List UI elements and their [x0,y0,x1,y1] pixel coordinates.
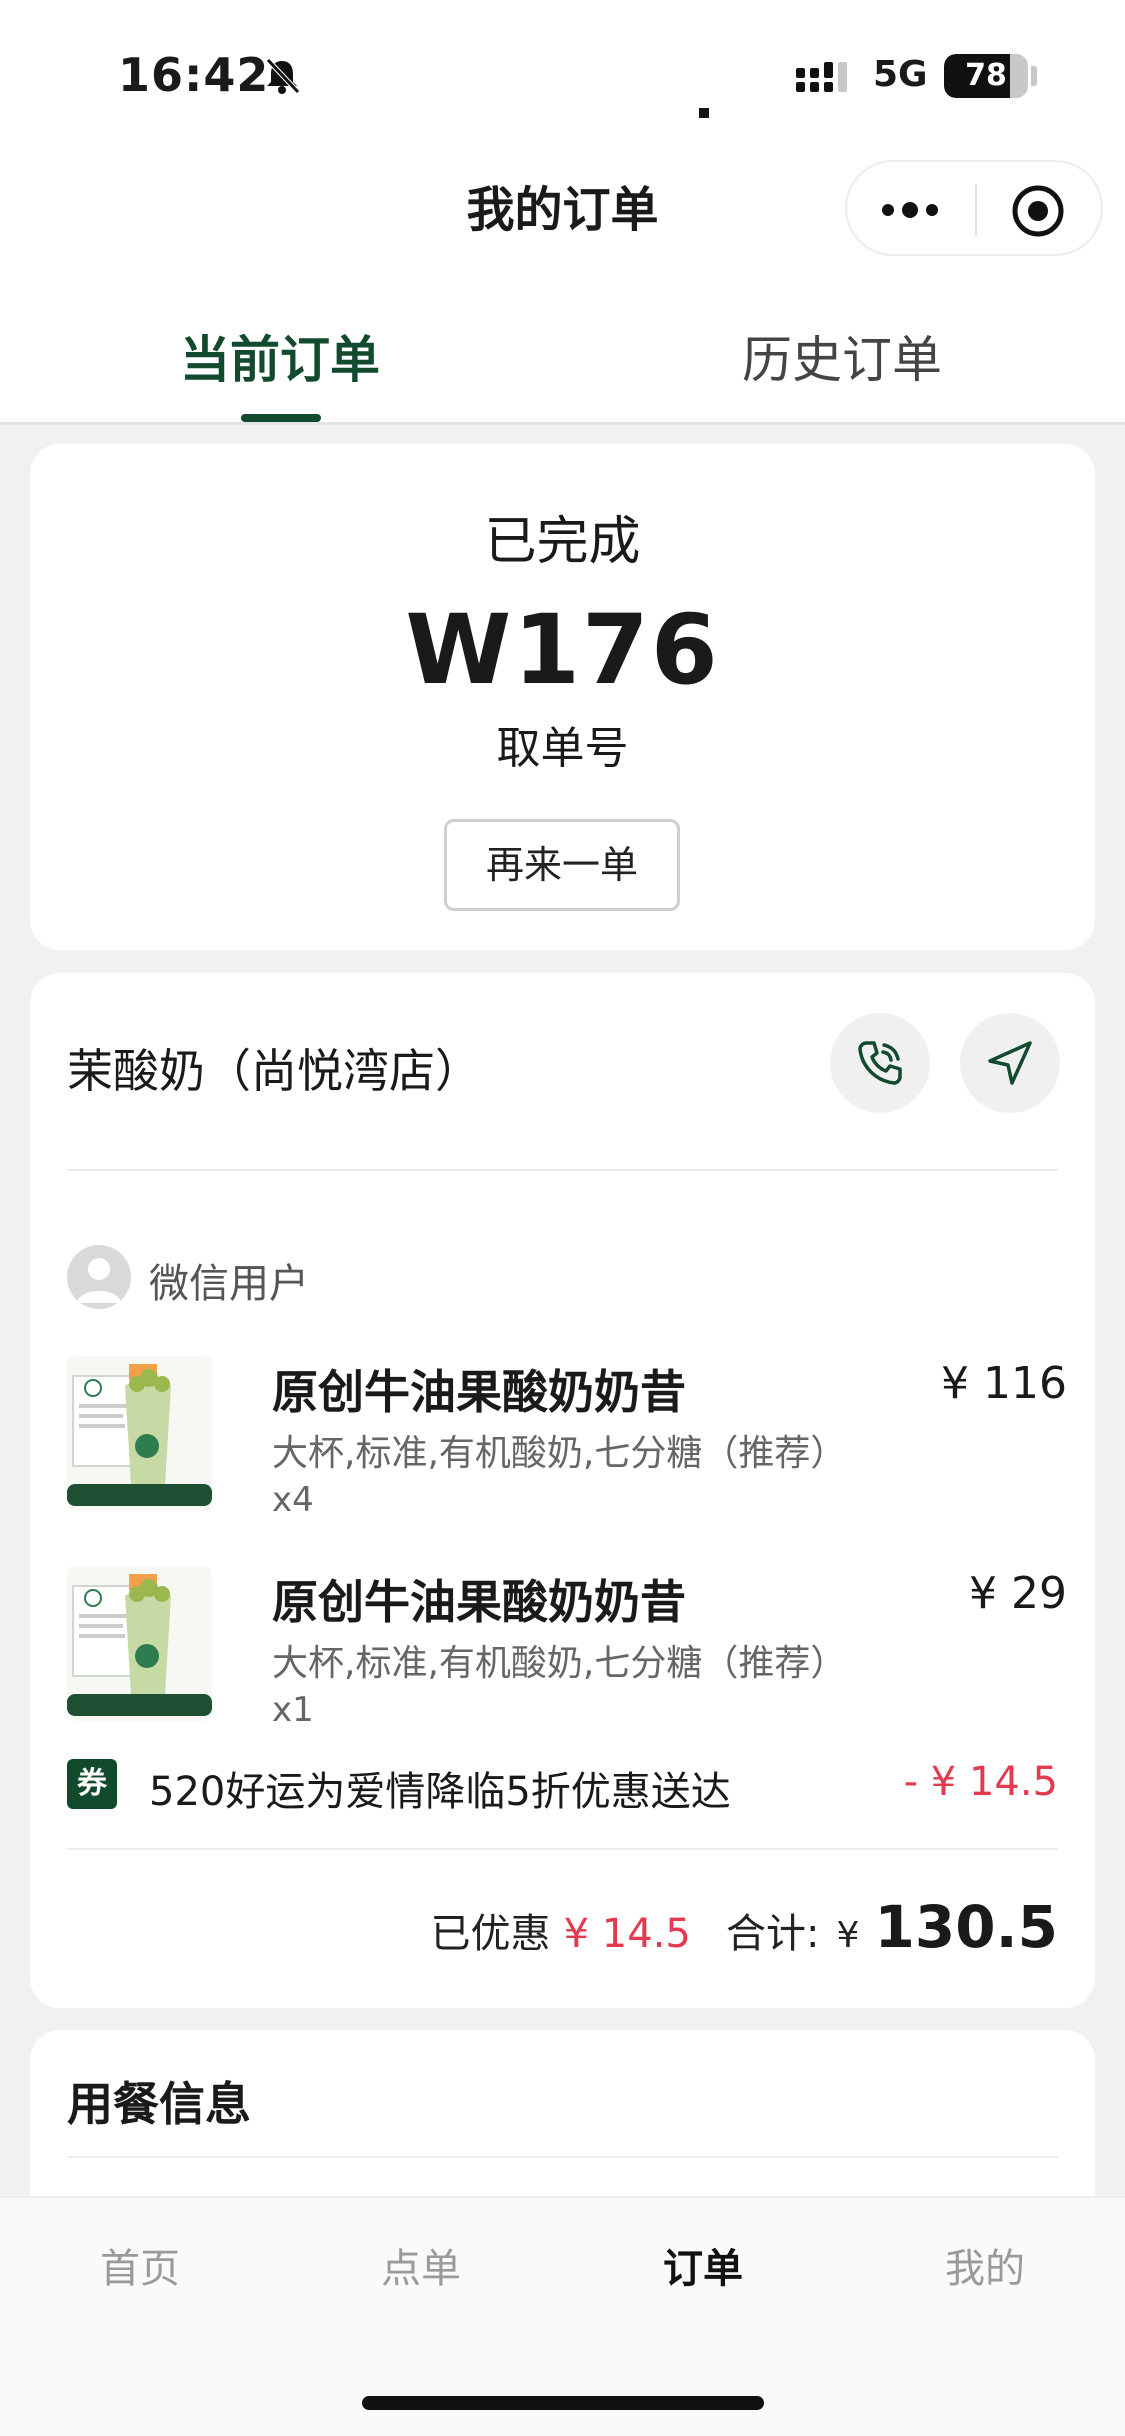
smoothie-cup-icon [67,1574,212,1716]
call-button[interactable] [830,1013,930,1113]
network-type: 5G [873,54,928,95]
order-item: 原创牛油果酸奶奶昔 ¥ 116 大杯,标准,有机酸奶,七分糖（推荐） x4 [67,1356,1067,1556]
order-item: 原创牛油果酸奶奶昔 ¥ 29 大杯,标准,有机酸奶,七分糖（推荐） x1 [67,1566,1067,1766]
pickup-label: 取单号 [496,723,629,774]
product-price: ¥ 29 [969,1568,1067,1619]
status-bar: 16:42 5G 78 [0,0,1125,150]
discount-label: 已优惠 [430,1911,551,1957]
navigation-arrow-icon [988,1041,1032,1085]
coupon-text: 520好运为爱情降临5折优惠送达 [149,1769,731,1815]
more-icon[interactable] [880,198,940,222]
pickup-number: W176 [405,594,720,706]
product-quantity: x4 [272,1480,314,1520]
product-name: 原创牛油果酸奶奶昔 [272,1365,686,1419]
navigation-button[interactable] [960,1013,1060,1113]
discount-value: ¥ 14.5 [563,1911,691,1957]
order-detail-card: 茉酸奶（尚悦湾店） 微信用户 原创牛油果酸奶奶昔 ¥ 116 大杯,标准,有机酸… [30,973,1095,2008]
tabbar-orders[interactable]: 订单 [603,2236,803,2294]
total-label: 合计: [725,1911,820,1957]
coupon-row: 券 520好运为爱情降临5折优惠送达 - ¥ 14.5 [67,1753,1058,1815]
coupon-badge: 券 [67,1759,117,1809]
order-status-card: 已完成 W176 取单号 再来一单 [30,444,1095,950]
signal-icon [796,62,847,92]
active-tabbar-dot [699,108,709,118]
avatar [67,1245,131,1309]
capsule-divider [975,184,977,236]
reorder-button[interactable]: 再来一单 [444,819,680,911]
smoothie-cup-icon [67,1364,212,1506]
tab-history-orders[interactable]: 历史订单 [642,320,1042,392]
phone-icon [858,1041,902,1085]
tabbar-mine[interactable]: 我的 [885,2236,1085,2294]
tab-current-orders[interactable]: 当前订单 [80,320,480,392]
total-value: 130.5 [874,1893,1058,1961]
totals-divider [67,1848,1058,1850]
product-image [67,1356,212,1511]
tabbar-order-menu[interactable]: 点单 [321,2236,521,2294]
active-tab-indicator [241,414,321,422]
mini-program-capsule [845,160,1103,256]
product-quantity: x1 [272,1690,314,1730]
store-name: 茉酸奶（尚悦湾店） [67,1044,481,1098]
home-indicator [362,2396,764,2410]
product-price: ¥ 116 [941,1358,1067,1409]
product-options: 大杯,标准,有机酸奶,七分糖（推荐） [272,1643,847,1684]
order-status: 已完成 [484,512,641,572]
battery-level: 78 [965,58,1007,93]
battery-nub [1031,66,1037,86]
nav-header: 我的订单 [0,150,1125,280]
status-time: 16:42 [118,48,270,102]
close-target-icon[interactable] [1011,184,1065,238]
total-currency: ¥ [836,1915,860,1956]
coupon-amount: - ¥ 14.5 [903,1759,1058,1805]
store-divider [67,1169,1058,1171]
user-name: 微信用户 [149,1261,309,1307]
bell-off-icon [266,58,300,94]
user-avatar-icon [77,1258,121,1303]
product-name: 原创牛油果酸奶奶昔 [272,1575,686,1629]
total-row: 已优惠 ¥ 14.5 合计: ¥ 130.5 [431,1893,1058,1963]
dining-info-title: 用餐信息 [67,2077,251,2131]
battery-icon: 78 [944,54,1028,98]
tabbar-home[interactable]: 首页 [40,2236,240,2294]
dining-divider [67,2156,1058,2158]
product-image [67,1566,212,1721]
product-options: 大杯,标准,有机酸奶,七分糖（推荐） [272,1433,847,1474]
order-tabs: 当前订单 历史订单 [0,280,1125,425]
